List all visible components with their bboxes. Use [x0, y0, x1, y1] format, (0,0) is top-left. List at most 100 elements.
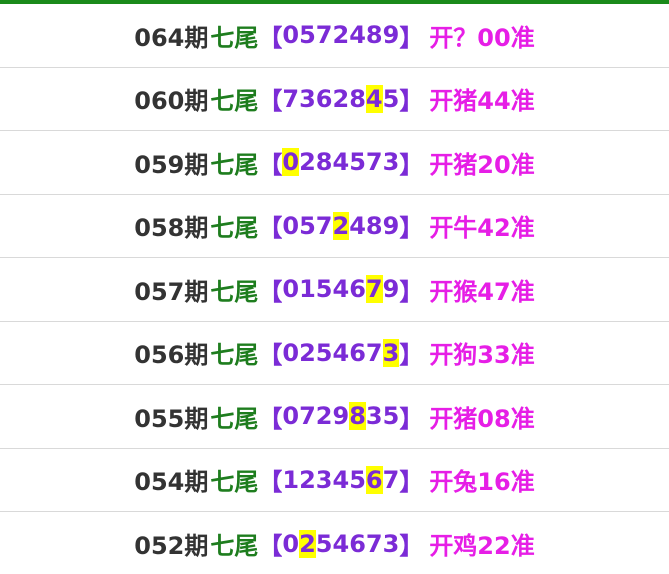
tail-label: 七尾 [210, 404, 259, 433]
result-text: 开猪08准 [429, 404, 535, 433]
tail-digits: 0284573 [282, 148, 400, 177]
digit: 4 [332, 148, 350, 177]
prediction-row: 057期 七尾 【 0154679 】 开猴47准 [0, 258, 669, 322]
digit: 4 [349, 211, 366, 240]
open-bracket: 【 [258, 277, 283, 306]
period-number: 059期 [134, 150, 209, 179]
prediction-row: 064期 七尾 【 0572489 】 开？00准 [0, 4, 669, 68]
prediction-list: 064期 七尾 【 0572489 】 开？00准 060期 七尾 【 7362… [0, 4, 669, 574]
digit: 8 [349, 84, 366, 113]
close-bracket: 】 [399, 23, 424, 52]
digit: 4 [332, 465, 350, 494]
digit: 0 [282, 529, 300, 558]
digit: 2 [299, 338, 316, 367]
digit: 3 [299, 84, 316, 113]
highlighted-digit: 2 [299, 529, 316, 558]
digit: 2 [299, 465, 316, 494]
digit: 7 [315, 211, 333, 240]
open-bracket: 【 [258, 404, 283, 433]
digit: 6 [349, 275, 366, 304]
digit: 4 [349, 21, 366, 50]
digit: 7 [315, 21, 333, 50]
tail-digits: 7362845 [282, 84, 400, 113]
digit: 3 [382, 148, 400, 177]
close-bracket: 】 [399, 277, 424, 306]
close-bracket: 】 [399, 341, 424, 370]
digit: 4 [332, 275, 350, 304]
prediction-row: 054期 七尾 【 1234567 】 开兔16准 [0, 449, 669, 512]
tail-digits: 0254673 [282, 529, 400, 558]
tail-label: 七尾 [210, 532, 259, 561]
period-number: 064期 [134, 23, 209, 52]
tail-digits: 0254673 [282, 338, 400, 367]
open-bracket: 【 [258, 341, 283, 370]
digit: 2 [299, 148, 316, 177]
prediction-row: 052期 七尾 【 0254673 】 开鸡22准 [0, 512, 669, 574]
open-bracket: 【 [258, 532, 283, 561]
highlighted-digit: 2 [332, 211, 350, 240]
digit: 7 [299, 402, 316, 431]
open-bracket: 【 [258, 87, 283, 116]
digit: 9 [382, 21, 400, 50]
digit: 7 [365, 338, 383, 367]
digit: 0 [282, 338, 300, 367]
digit: 4 [332, 529, 350, 558]
highlighted-digit: 8 [349, 402, 366, 431]
digit: 5 [315, 529, 333, 558]
result-text: 开鸡22准 [429, 532, 535, 561]
prediction-row: 060期 七尾 【 7362845 】 开猪44准 [0, 68, 669, 131]
digit: 7 [382, 465, 400, 494]
result-text: 开猴47准 [429, 277, 535, 306]
open-bracket: 【 [258, 150, 283, 179]
digit: 5 [315, 275, 333, 304]
digit: 5 [382, 402, 400, 431]
digit: 3 [382, 529, 400, 558]
digit: 2 [332, 84, 350, 113]
open-bracket: 【 [258, 23, 283, 52]
digit: 0 [282, 211, 300, 240]
digit: 8 [315, 148, 333, 177]
digit: 5 [349, 465, 366, 494]
digit: 2 [315, 402, 333, 431]
open-bracket: 【 [258, 214, 283, 243]
digit: 9 [382, 275, 400, 304]
digit: 5 [349, 148, 366, 177]
period-number: 058期 [134, 214, 209, 243]
prediction-row: 058期 七尾 【 0572489 】 开牛42准 [0, 195, 669, 258]
digit: 6 [349, 338, 366, 367]
highlighted-digit: 6 [365, 465, 383, 494]
digit: 6 [315, 84, 333, 113]
digit: 5 [315, 338, 333, 367]
digit: 5 [299, 21, 316, 50]
period-number: 054期 [134, 468, 209, 497]
period-number: 057期 [134, 277, 209, 306]
result-text: 开兔16准 [429, 468, 535, 497]
tail-digits: 0154679 [282, 275, 400, 304]
digit: 0 [282, 21, 300, 50]
close-bracket: 】 [399, 404, 424, 433]
digit: 2 [332, 21, 350, 50]
digit: 7 [282, 84, 300, 113]
page: 064期 七尾 【 0572489 】 开？00准 060期 七尾 【 7362… [0, 0, 669, 574]
digit: 1 [299, 275, 316, 304]
digit: 8 [365, 211, 383, 240]
prediction-row: 055期 七尾 【 0729835 】 开猪08准 [0, 385, 669, 449]
tail-label: 七尾 [210, 277, 259, 306]
digit: 0 [282, 402, 300, 431]
digit: 3 [365, 402, 383, 431]
tail-digits: 0572489 [282, 21, 399, 49]
digit: 9 [332, 402, 350, 431]
digit: 5 [382, 84, 400, 113]
close-bracket: 】 [399, 214, 424, 243]
close-bracket: 】 [399, 532, 424, 561]
prediction-row: 056期 七尾 【 0254673 】 开狗33准 [0, 322, 669, 385]
highlighted-digit: 0 [282, 148, 300, 177]
tail-digits: 1234567 [282, 465, 400, 494]
digit: 0 [282, 275, 300, 304]
highlighted-digit: 3 [382, 338, 400, 367]
close-bracket: 】 [399, 87, 424, 116]
tail-label: 七尾 [210, 214, 259, 243]
digit: 7 [365, 148, 383, 177]
digit: 4 [332, 338, 350, 367]
close-bracket: 】 [399, 468, 424, 497]
